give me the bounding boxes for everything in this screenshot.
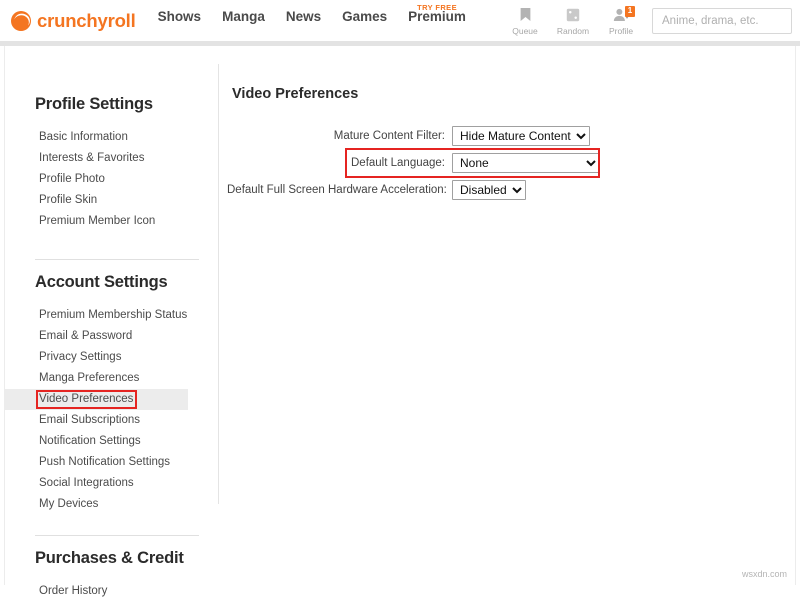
select-default-language[interactable]: None bbox=[452, 153, 600, 173]
sidebar-item-profile-skin[interactable]: Profile Skin bbox=[5, 190, 218, 211]
sidebar-item-video-preferences[interactable]: Video Preferences bbox=[5, 389, 188, 410]
nav-item-shows[interactable]: Shows bbox=[158, 9, 202, 25]
sidebar-item-interests-favorites[interactable]: Interests & Favorites bbox=[5, 148, 218, 169]
nav-premium-eyebrow: TRY FREE bbox=[417, 0, 457, 16]
select-full-screen-hardware-acceleration[interactable]: Disabled bbox=[452, 180, 526, 200]
profile-notification-badge: 1 bbox=[625, 6, 635, 17]
sidebar-item-premium-membership-status[interactable]: Premium Membership Status bbox=[5, 305, 218, 326]
sidebar-item-profile-photo[interactable]: Profile Photo bbox=[5, 169, 218, 190]
search-input[interactable] bbox=[660, 14, 800, 28]
profile-button[interactable]: 1 Profile bbox=[600, 6, 642, 36]
sidebar-item-notification-settings[interactable]: Notification Settings bbox=[5, 431, 218, 452]
sidebar-item-order-history[interactable]: Order History bbox=[5, 581, 218, 602]
sidebar-item-push-notification-settings[interactable]: Push Notification Settings bbox=[5, 452, 218, 473]
sidebar-spacer bbox=[5, 232, 218, 259]
form-row-hardware-acceleration: Default Full Screen Hardware Acceleratio… bbox=[227, 180, 787, 200]
nav-item-games[interactable]: Games bbox=[342, 9, 387, 25]
sidebar-item-privacy-settings[interactable]: Privacy Settings bbox=[5, 347, 218, 368]
sidebar-item-email-subscriptions[interactable]: Email Subscriptions bbox=[5, 410, 218, 431]
site-header: crunchyroll Shows Manga News Games TRY F… bbox=[0, 0, 800, 41]
label-full-screen-hardware-acceleration: Default Full Screen Hardware Acceleratio… bbox=[227, 184, 452, 196]
label-default-language: Default Language: bbox=[227, 157, 452, 169]
random-button[interactable]: Random bbox=[552, 6, 594, 36]
brand-logo[interactable]: crunchyroll bbox=[10, 10, 136, 32]
form-row-default-language: Default Language: None bbox=[227, 153, 787, 173]
nav-item-news[interactable]: News bbox=[286, 9, 321, 25]
main-nav: Shows Manga News Games TRY FREE Premium bbox=[158, 0, 466, 41]
sidebar-item-video-preferences-label: Video Preferences bbox=[39, 393, 133, 405]
profile-label: Profile bbox=[609, 26, 633, 36]
settings-sidebar: Profile Settings Basic Information Inter… bbox=[5, 46, 218, 602]
nav-item-premium[interactable]: TRY FREE Premium bbox=[408, 9, 466, 25]
dice-icon bbox=[566, 6, 580, 24]
page-title: Video Preferences bbox=[232, 86, 787, 102]
video-preferences-panel: Video Preferences Mature Content Filter:… bbox=[227, 86, 787, 207]
sidebar-spacer bbox=[5, 515, 218, 535]
sidebar-section-title-account-settings: Account Settings bbox=[35, 273, 218, 292]
bookmark-icon bbox=[519, 6, 532, 24]
sidebar-divider bbox=[35, 535, 199, 536]
brand-wordmark: crunchyroll bbox=[37, 10, 136, 32]
sidebar-item-social-integrations[interactable]: Social Integrations bbox=[5, 473, 218, 494]
sidebar-item-manga-preferences[interactable]: Manga Preferences bbox=[5, 368, 218, 389]
random-label: Random bbox=[557, 26, 589, 36]
queue-button[interactable]: Queue bbox=[504, 6, 546, 36]
sidebar-item-my-devices[interactable]: My Devices bbox=[5, 494, 218, 515]
sidebar-content-divider bbox=[218, 64, 219, 504]
sidebar-section-title-profile-settings: Profile Settings bbox=[35, 95, 218, 114]
queue-label: Queue bbox=[512, 26, 538, 36]
sidebar-section-title-purchases-credit: Purchases & Credit bbox=[35, 549, 218, 568]
crunchyroll-logo-icon bbox=[10, 10, 32, 32]
sidebar-item-premium-member-icon[interactable]: Premium Member Icon bbox=[5, 211, 218, 232]
header-utilities: Queue Random 1 Profile bbox=[504, 0, 792, 41]
select-mature-content-filter[interactable]: Hide Mature Content bbox=[452, 126, 590, 146]
label-mature-content-filter: Mature Content Filter: bbox=[227, 130, 452, 142]
watermark: wsxdn.com bbox=[742, 569, 787, 579]
page-frame: Profile Settings Basic Information Inter… bbox=[4, 46, 796, 585]
sidebar-item-email-password[interactable]: Email & Password bbox=[5, 326, 218, 347]
search-box[interactable] bbox=[652, 8, 792, 34]
nav-item-manga[interactable]: Manga bbox=[222, 9, 265, 25]
sidebar-divider bbox=[35, 259, 199, 260]
form-row-mature-content-filter: Mature Content Filter: Hide Mature Conte… bbox=[227, 126, 787, 146]
sidebar-item-basic-information[interactable]: Basic Information bbox=[5, 127, 218, 148]
